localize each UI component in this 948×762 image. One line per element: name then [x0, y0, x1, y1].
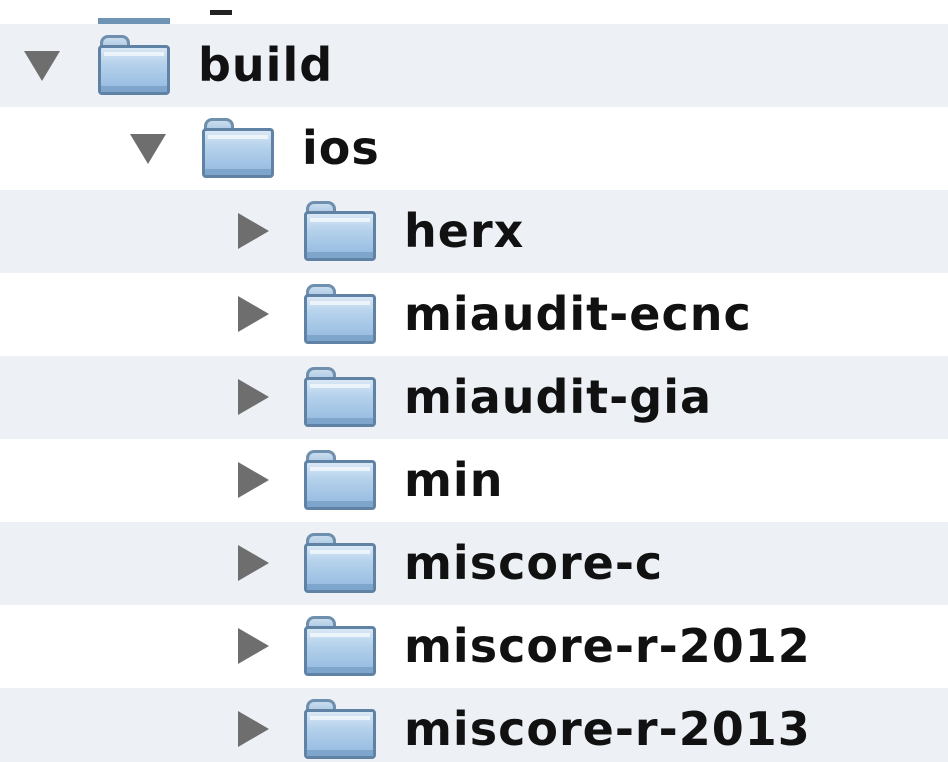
disclosure-triangle-collapsed-icon[interactable] — [238, 296, 269, 332]
disclosure-triangle-collapsed-icon[interactable] — [238, 462, 269, 498]
disclosure-triangle-collapsed-icon[interactable] — [238, 213, 269, 249]
folder-icon — [304, 450, 376, 510]
tree-row-label: miscore-c — [404, 536, 664, 590]
folder-tree: build ios herx miaudit-ecnc miaudit-gia — [0, 0, 948, 762]
tree-row-label: min — [404, 453, 504, 507]
disclosure-triangle-collapsed-icon[interactable] — [238, 379, 269, 415]
tree-row-label: miscore-r-2012 — [404, 619, 811, 673]
tree-row-miaudit-ecnc[interactable]: miaudit-ecnc — [0, 273, 948, 356]
tree-row-label: miaudit-gia — [404, 370, 713, 424]
tree-row-label: miaudit-ecnc — [404, 287, 752, 341]
folder-icon — [304, 201, 376, 261]
disclosure-triangle-expanded-icon[interactable] — [130, 134, 166, 164]
folder-icon — [304, 284, 376, 344]
folder-icon — [202, 118, 274, 178]
tree-row-herx[interactable]: herx — [0, 190, 948, 273]
disclosure-triangle-collapsed-icon[interactable] — [238, 545, 269, 581]
disclosure-triangle-expanded-icon[interactable] — [24, 51, 60, 81]
folder-icon — [98, 10, 170, 24]
folder-icon — [98, 35, 170, 95]
tree-row-miscore-r-2012[interactable]: miscore-r-2012 — [0, 605, 948, 688]
tree-row-min[interactable]: min — [0, 439, 948, 522]
tree-row-build[interactable]: build — [0, 24, 948, 107]
tree-row-miscore-c[interactable]: miscore-c — [0, 522, 948, 605]
partially-visible-row — [0, 0, 948, 24]
disclosure-triangle-collapsed-icon[interactable] — [238, 628, 269, 664]
tree-row-ios[interactable]: ios — [0, 107, 948, 190]
folder-icon — [304, 533, 376, 593]
tree-row-label: ios — [302, 121, 380, 175]
partial-label-fragment — [210, 10, 232, 15]
folder-icon — [304, 367, 376, 427]
disclosure-triangle-collapsed-icon[interactable] — [238, 711, 269, 747]
tree-row-label: miscore-r-2013 — [404, 702, 811, 756]
tree-row-label: build — [198, 38, 334, 92]
folder-icon — [304, 616, 376, 676]
tree-row-label: herx — [404, 204, 525, 258]
folder-icon — [304, 699, 376, 759]
tree-row-miscore-r-2013[interactable]: miscore-r-2013 — [0, 688, 948, 762]
tree-row-miaudit-gia[interactable]: miaudit-gia — [0, 356, 948, 439]
